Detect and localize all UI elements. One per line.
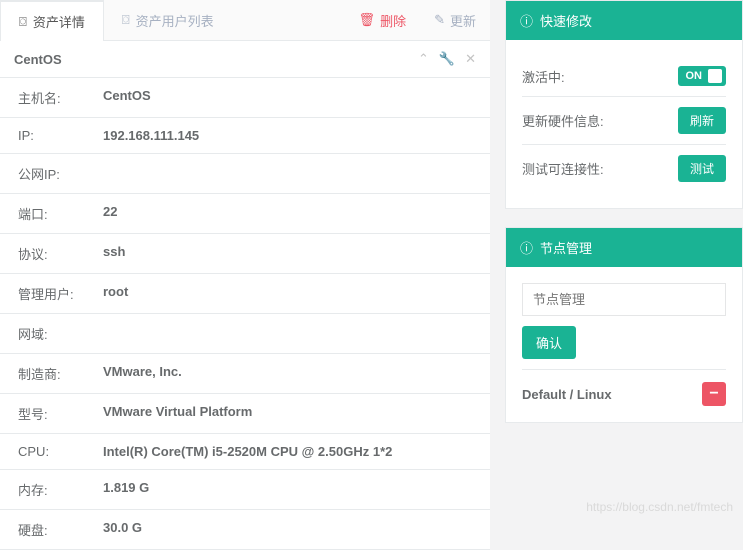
detail-row: 内存:1.819 G bbox=[0, 470, 490, 510]
test-conn-label: 测试可连接性: bbox=[522, 159, 604, 178]
toggle-text: ON bbox=[686, 70, 703, 82]
detail-value: VMware, Inc. bbox=[103, 364, 472, 383]
detail-row: IP:192.168.111.145 bbox=[0, 118, 490, 154]
trash-icon: 🗑 bbox=[359, 12, 376, 28]
panel-title: CentOS bbox=[14, 52, 62, 67]
detail-label: 管理用户: bbox=[18, 284, 103, 303]
tab-asset-userlist[interactable]: ⌼ 资产用户列表 bbox=[104, 0, 232, 40]
quick-edit-panel: ⓘ 快速修改 激活中: ON 更新硬件信息: 刷新 测试可连接性: 测试 bbox=[505, 0, 743, 209]
detail-label: CPU: bbox=[18, 444, 103, 459]
detail-label: 型号: bbox=[18, 404, 103, 423]
edit-icon: ✎ bbox=[434, 12, 445, 28]
tab-asset-detail[interactable]: ⌼ 资产详情 bbox=[0, 0, 104, 41]
wrench-icon[interactable]: 🔧 bbox=[439, 51, 455, 67]
detail-value: Intel(R) Core(TM) i5-2520M CPU @ 2.50GHz… bbox=[103, 444, 472, 459]
laptop-icon: ⌼ bbox=[19, 14, 27, 30]
detail-row: 网域: bbox=[0, 314, 490, 354]
confirm-button[interactable]: 确认 bbox=[522, 326, 576, 359]
detail-value: CentOS bbox=[103, 88, 472, 107]
active-label: 激活中: bbox=[522, 67, 565, 86]
detail-label: 网域: bbox=[18, 324, 103, 343]
chevron-up-icon[interactable]: ⌃ bbox=[418, 51, 429, 67]
delete-button[interactable]: 🗑 删除 bbox=[345, 0, 421, 40]
toggle-knob bbox=[708, 69, 722, 83]
node-input[interactable] bbox=[522, 283, 726, 316]
update-label: 更新 bbox=[450, 11, 476, 30]
detail-value: 22 bbox=[103, 204, 472, 223]
detail-value: ssh bbox=[103, 244, 472, 263]
detail-label: 协议: bbox=[18, 244, 103, 263]
detail-row: 公网IP: bbox=[0, 154, 490, 194]
detail-row: 主机名:CentOS bbox=[0, 78, 490, 118]
update-button[interactable]: ✎ 更新 bbox=[420, 0, 490, 40]
delete-label: 删除 bbox=[380, 11, 406, 30]
node-manage-title: 节点管理 bbox=[540, 238, 592, 257]
detail-value: root bbox=[103, 284, 472, 303]
detail-value: 192.168.111.145 bbox=[103, 128, 472, 143]
detail-row: 管理用户:root bbox=[0, 274, 490, 314]
remove-node-button[interactable]: − bbox=[702, 382, 726, 406]
laptop-icon: ⌼ bbox=[122, 12, 130, 28]
detail-row: CPU:Intel(R) Core(TM) i5-2520M CPU @ 2.5… bbox=[0, 434, 490, 470]
detail-value bbox=[103, 324, 472, 343]
watermark: https://blog.csdn.net/fmtech bbox=[586, 500, 733, 514]
detail-row: 型号:VMware Virtual Platform bbox=[0, 394, 490, 434]
detail-label: 制造商: bbox=[18, 364, 103, 383]
detail-value: VMware Virtual Platform bbox=[103, 404, 472, 423]
refresh-button[interactable]: 刷新 bbox=[678, 107, 726, 134]
detail-label: 端口: bbox=[18, 204, 103, 223]
close-icon[interactable]: ✕ bbox=[465, 51, 476, 67]
detail-row: 协议:ssh bbox=[0, 234, 490, 274]
active-toggle[interactable]: ON bbox=[678, 66, 727, 86]
node-manage-panel: ⓘ 节点管理 确认 Default / Linux − bbox=[505, 227, 743, 423]
test-button[interactable]: 测试 bbox=[678, 155, 726, 182]
info-icon: ⓘ bbox=[520, 238, 533, 257]
detail-row: 端口:22 bbox=[0, 194, 490, 234]
tab-label: 资产用户列表 bbox=[136, 11, 214, 30]
quick-edit-header: ⓘ 快速修改 bbox=[506, 1, 742, 40]
detail-label: 公网IP: bbox=[18, 164, 103, 183]
node-entry-label: Default / Linux bbox=[522, 387, 612, 402]
detail-value: 1.819 G bbox=[103, 480, 472, 499]
detail-value bbox=[103, 164, 472, 183]
detail-table: 主机名:CentOSIP:192.168.111.145公网IP:端口:22协议… bbox=[0, 78, 490, 550]
tab-label: 资产详情 bbox=[33, 12, 85, 31]
detail-label: IP: bbox=[18, 128, 103, 143]
detail-value: 30.0 G bbox=[103, 520, 472, 539]
quick-edit-title: 快速修改 bbox=[540, 11, 592, 30]
panel-header: CentOS ⌃ 🔧 ✕ bbox=[0, 41, 490, 78]
node-manage-header: ⓘ 节点管理 bbox=[506, 228, 742, 267]
info-icon: ⓘ bbox=[520, 11, 533, 30]
detail-row: 制造商:VMware, Inc. bbox=[0, 354, 490, 394]
detail-label: 主机名: bbox=[18, 88, 103, 107]
detail-label: 内存: bbox=[18, 480, 103, 499]
tabs-bar: ⌼ 资产详情 ⌼ 资产用户列表 🗑 删除 ✎ 更新 bbox=[0, 0, 490, 41]
detail-row: 硬盘:30.0 G bbox=[0, 510, 490, 550]
detail-label: 硬盘: bbox=[18, 520, 103, 539]
refresh-hw-label: 更新硬件信息: bbox=[522, 111, 604, 130]
